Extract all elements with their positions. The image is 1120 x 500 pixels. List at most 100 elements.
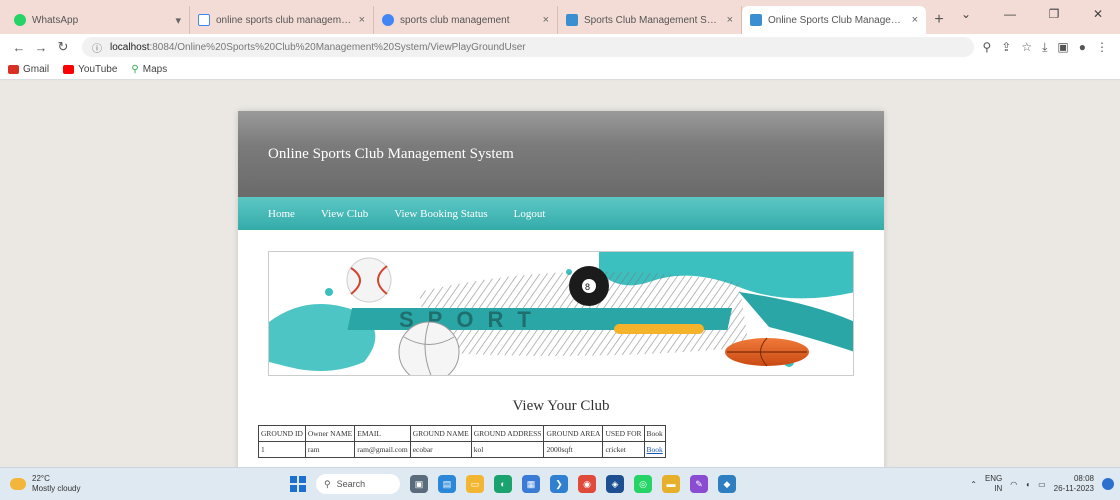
netbeans-icon[interactable]: ◆ [718,475,736,493]
weather-desc: Mostly cloudy [32,484,81,493]
cell-ground-area: 2000sqft [543,441,604,458]
folder-icon[interactable]: ▬ [662,475,680,493]
battery-icon[interactable]: ▭ [1038,480,1046,489]
system-tray: ⌃ ENG IN ◠ ◖ ▭ 08:08 26-11-2023 [970,474,1114,494]
search-placeholder: Search [336,479,366,489]
site-header: Online Sports Club Management System [238,111,884,197]
col-owner-name: Owner NAME [304,425,356,442]
whatsapp-icon [14,14,26,26]
browser-tab-search-2[interactable]: sports club management × [374,6,558,34]
reload-icon[interactable]: ↻ [52,39,74,55]
cell-ground-name: ecobar [409,441,472,458]
url-bar[interactable]: ⓘ localhost :8084/Online%20Sports%20Club… [82,37,975,57]
app-icon[interactable]: ◈ [606,475,624,493]
download-icon[interactable]: ⤓ [1042,40,1047,55]
google-icon [382,14,394,26]
nav-logout[interactable]: Logout [514,208,546,220]
share-icon[interactable]: ⇪ [1001,40,1011,54]
sidebar-icon[interactable]: ▣ [1057,40,1068,54]
site-info-icon[interactable]: ⓘ [92,40,102,55]
browser-tab-strip: WhatsApp ▾ online sports club management… [0,0,1120,34]
nav-view-booking-status[interactable]: View Booking Status [394,208,487,220]
browser-tab-whatsapp[interactable]: WhatsApp ▾ [6,6,190,34]
tab-search-icon[interactable]: ⌄ [944,0,988,28]
col-ground-id: GROUND ID [258,425,306,442]
bookmark-gmail[interactable]: Gmail [8,64,49,75]
book-link[interactable]: Book [647,445,663,454]
gmail-icon [8,65,19,74]
cell-ground-address: kol [470,441,545,458]
weather-icon [10,478,26,490]
wifi-icon[interactable]: ◠ [1010,480,1017,489]
bookmark-star-icon[interactable]: ☆ [1021,40,1032,54]
clock-time: 08:08 [1073,474,1094,483]
url-path: :8084/Online%20Sports%20Club%20Managemen… [149,41,526,53]
browser-tab-sports-club-active[interactable]: Online Sports Club Manageme... × [742,6,926,34]
sport-banner-illustration: SPORT 8 [269,252,853,375]
browser-tools: ⚲ ⇪ ☆ ⤓ ▣ ● ⋮ [982,40,1112,55]
close-tab-icon[interactable]: × [543,14,549,26]
widgets-icon[interactable]: ▤ [438,475,456,493]
weather-text: 22°C Mostly cloudy [32,474,80,494]
start-button[interactable] [290,476,306,492]
search-tab-icon [198,14,210,26]
bookmark-label: Maps [142,64,168,75]
col-ground-name: GROUND NAME [409,425,472,442]
bookmark-maps[interactable]: ⚲ Maps [131,64,167,75]
volume-icon[interactable]: ◖ [1025,480,1030,489]
edge-icon[interactable]: ◐ [494,475,512,493]
close-window-icon[interactable]: ✕ [1076,0,1120,28]
menu-icon[interactable]: ⋮ [1096,40,1108,54]
view-your-club-heading: View Your Club [512,398,610,414]
os-taskbar: 22°C Mostly cloudy ⚲ Search ▣ ▤ ▭ ◐ ▦ ❯ … [0,467,1120,500]
store-icon[interactable]: ▦ [522,475,540,493]
close-tab-icon[interactable]: × [727,14,733,26]
bookmark-youtube[interactable]: YouTube [63,64,117,75]
taskbar-search[interactable]: ⚲ Search [316,474,400,494]
clock-date: 26-11-2023 [1053,484,1094,493]
bookmark-label: Gmail [23,64,50,75]
maximize-icon[interactable]: ❐ [1032,0,1076,28]
site-nav: Home View Club View Booking Status Logou… [238,197,884,230]
nav-view-club[interactable]: View Club [321,208,368,220]
tab-title: Online Sports Club Manageme... [768,14,906,26]
cell-book: Book [643,441,666,458]
vscode-icon[interactable]: ❯ [550,475,568,493]
col-used-for: USED FOR [602,425,645,442]
search-icon: ⚲ [324,478,331,489]
tray-chevron-icon[interactable]: ⌃ [970,480,977,489]
close-tab-icon[interactable]: ▾ [175,14,181,27]
nav-home[interactable]: Home [268,208,295,220]
file-explorer-icon[interactable]: ▭ [466,475,484,493]
notification-icon[interactable] [1102,478,1114,490]
table-row: 1 ram ram@gmail.com ecobar kol 2000sqft … [258,441,666,458]
page-icon [750,14,762,26]
cell-ground-id: 1 [258,441,306,458]
minimize-icon[interactable]: — [988,0,1032,28]
zoom-icon[interactable]: ⚲ [982,40,991,54]
close-tab-icon[interactable]: × [359,14,365,26]
table-header-row: GROUND ID Owner NAME EMAIL GROUND NAME G… [258,425,666,442]
browser-tab-search-1[interactable]: online sports club management × [190,6,374,34]
club-table: GROUND ID Owner NAME EMAIL GROUND NAME G… [258,425,666,458]
weather-widget[interactable]: 22°C Mostly cloudy [0,474,290,494]
paint-icon[interactable]: ✎ [690,475,708,493]
tab-title: sports club management [400,14,510,26]
browser-tab-sports-club-1[interactable]: Sports Club Management Syst... × [558,6,742,34]
chrome-icon[interactable]: ◉ [578,475,596,493]
col-ground-area: GROUND AREA [543,425,604,442]
weather-temp: 22°C [32,474,50,483]
tab-title: Sports Club Management Syst... [584,14,721,26]
maps-pin-icon: ⚲ [131,64,139,75]
lang-indicator[interactable]: ENG IN [985,474,1002,494]
bookmark-label: YouTube [78,64,118,75]
task-view-icon[interactable]: ▣ [410,475,428,493]
profile-icon[interactable]: ● [1079,40,1086,54]
site-title: Online Sports Club Management System [268,145,514,162]
whatsapp-taskbar-icon[interactable]: ◎ [634,475,652,493]
clock[interactable]: 08:08 26-11-2023 [1054,474,1094,494]
back-icon[interactable]: ← [8,40,30,55]
forward-icon[interactable]: → [30,40,52,55]
close-tab-icon[interactable]: × [912,14,918,26]
col-email: EMAIL [354,425,411,442]
